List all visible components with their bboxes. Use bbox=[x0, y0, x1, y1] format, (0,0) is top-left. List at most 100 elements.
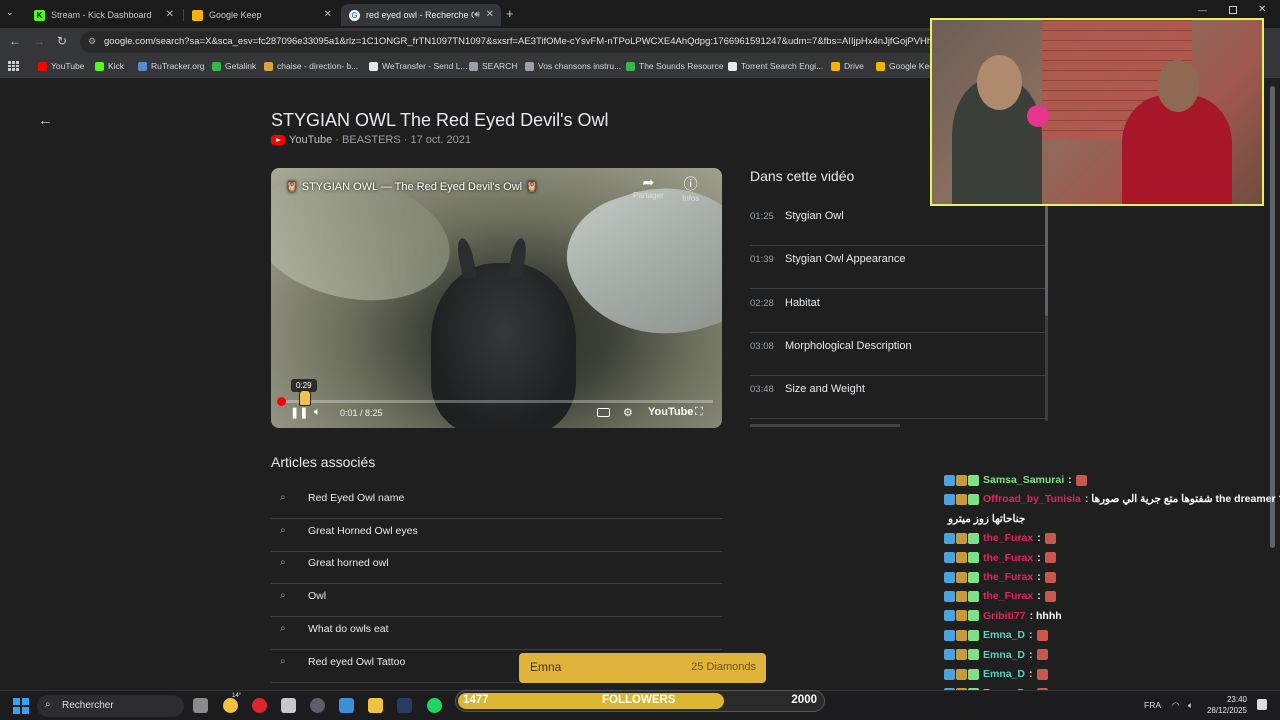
task-view-icon[interactable] bbox=[193, 698, 208, 713]
chapter-item[interactable]: 01:25 Stygian Owl bbox=[750, 203, 1046, 246]
emote-icon bbox=[1036, 629, 1048, 641]
tab-kick-dashboard[interactable]: K Stream - Kick Dashboard ✕ bbox=[26, 4, 181, 26]
bookmark-label: Drive bbox=[844, 61, 864, 71]
bookmark-item[interactable]: Kick bbox=[95, 61, 124, 71]
pause-icon[interactable]: ❚❚ bbox=[290, 406, 308, 419]
spotify-icon[interactable] bbox=[427, 698, 442, 713]
player-title[interactable]: 🦉 STYGIAN OWL — The Red Eyed Devil's Owl… bbox=[285, 180, 539, 193]
chapter-name: Stygian Owl bbox=[785, 210, 844, 222]
minimize-icon[interactable]: — bbox=[1198, 5, 1207, 15]
tab-google-search[interactable]: G red eyed owl - Recherche G 🔊︎ ✕ bbox=[341, 4, 501, 26]
chat-message: the_Furax: bbox=[944, 532, 1056, 544]
chapter-item[interactable]: 01:39 Stygian Owl Appearance bbox=[750, 246, 1046, 290]
url-text: google.com/search?sa=X&sca_esv=fc287096e… bbox=[104, 36, 950, 47]
emote-icon bbox=[1036, 649, 1048, 661]
window-close-icon[interactable]: ✕ bbox=[1258, 4, 1266, 15]
start-icon[interactable] bbox=[13, 698, 29, 714]
obs-icon[interactable] bbox=[310, 698, 325, 713]
tab-search-button[interactable]: ⌄ bbox=[6, 7, 14, 18]
chapter-item[interactable]: 03:08 Morphological Description bbox=[750, 333, 1046, 376]
image-app-icon[interactable] bbox=[339, 698, 354, 713]
close-icon[interactable]: ✕ bbox=[166, 9, 174, 20]
bookmark-item[interactable]: Drive bbox=[831, 61, 864, 71]
app-icon[interactable] bbox=[281, 698, 296, 713]
volume-tray-icon[interactable]: 🔈︎ bbox=[1188, 700, 1193, 711]
related-search-item[interactable]: ⌕ What do owls eat bbox=[271, 617, 722, 650]
site-info-icon[interactable]: ⚙ bbox=[88, 36, 96, 47]
share-button[interactable]: ➦ Partager bbox=[633, 174, 664, 200]
followers-goal-value: 2000 bbox=[791, 694, 817, 706]
chapter-item[interactable]: 03:48 Size and Weight bbox=[750, 376, 1046, 420]
chat-username: Samsa_Samurai bbox=[983, 474, 1065, 486]
speaker-icon[interactable]: 🔊︎ bbox=[474, 9, 480, 20]
chat-username: Offroad_by_Tunisia bbox=[983, 493, 1081, 506]
bookmark-item[interactable]: The Sounds Resource bbox=[626, 61, 724, 71]
back-icon[interactable]: ← bbox=[7, 34, 23, 48]
bookmark-item[interactable]: RuTracker.org bbox=[138, 61, 205, 71]
weather-icon[interactable] bbox=[223, 698, 238, 713]
info-label: Infos bbox=[682, 194, 700, 203]
taskbar-clock[interactable]: 23:40 28/12/2025 bbox=[1207, 694, 1247, 716]
video-source[interactable]: YouTube bbox=[289, 134, 332, 146]
close-icon[interactable]: ✕ bbox=[486, 9, 494, 20]
related-search-item[interactable]: ⌕ Great horned owl bbox=[271, 551, 722, 585]
microphone bbox=[1027, 105, 1049, 127]
info-button[interactable]: ⓘ Infos bbox=[682, 174, 699, 203]
reload-icon[interactable]: ↻ bbox=[54, 34, 70, 48]
related-search-item[interactable]: ⌕ Red Eyed Owl name bbox=[271, 486, 722, 519]
search-icon: ⌕ bbox=[280, 622, 286, 634]
chat-badges bbox=[944, 668, 980, 680]
live-app-icon[interactable] bbox=[397, 698, 412, 713]
weather-temp: 14° bbox=[232, 693, 242, 699]
settings-icon[interactable]: ⚙ bbox=[623, 406, 633, 419]
chat-username: Emna_D bbox=[983, 648, 1026, 661]
chapter-item[interactable]: 02:28 Habitat bbox=[750, 290, 1046, 333]
badge-icon bbox=[944, 649, 955, 661]
chat-message: the_Furax: bbox=[944, 571, 1056, 583]
progress-handle[interactable] bbox=[276, 397, 286, 406]
related-search-item[interactable]: ⌕ Owl bbox=[271, 584, 722, 618]
folder-icon[interactable] bbox=[368, 698, 383, 713]
badge-icon bbox=[944, 532, 955, 544]
badge-icon bbox=[968, 571, 979, 583]
opera-icon[interactable] bbox=[252, 698, 267, 713]
video-player[interactable]: 🦉 STYGIAN OWL — The Red Eyed Devil's Owl… bbox=[271, 168, 722, 428]
bookmark-item[interactable]: Torrent Search Engi... bbox=[728, 61, 823, 71]
progress-bar[interactable] bbox=[276, 397, 713, 406]
tab-label: red eyed owl - Recherche G bbox=[366, 10, 474, 20]
notification-icon[interactable] bbox=[1257, 699, 1267, 710]
forward-icon[interactable]: → bbox=[31, 34, 47, 48]
bookmark-item[interactable]: WeTransfer - Send L... bbox=[369, 61, 468, 71]
page-scrollbar[interactable] bbox=[1270, 86, 1275, 548]
video-title[interactable]: STYGIAN OWL The Red Eyed Devil's Owl bbox=[271, 110, 609, 131]
lang-indicator[interactable]: FRA bbox=[1144, 700, 1161, 710]
volume-icon[interactable]: 🔈︎ bbox=[314, 406, 321, 419]
back-arrow-icon[interactable]: ← bbox=[38, 112, 53, 129]
apps-icon[interactable] bbox=[8, 61, 19, 71]
bookmark-item[interactable]: Vos chansons instru... bbox=[525, 61, 621, 71]
fullscreen-icon[interactable]: ⛶ bbox=[695, 406, 703, 419]
search-placeholder: Rechercher bbox=[62, 700, 114, 711]
bookmark-item[interactable]: chaise - direction- b... bbox=[264, 61, 358, 71]
owl-image bbox=[431, 263, 576, 428]
close-icon[interactable]: ✕ bbox=[324, 9, 332, 20]
new-tab-button[interactable]: + bbox=[506, 6, 514, 21]
bookmark-label: chaise - direction- b... bbox=[277, 61, 359, 71]
chat-text: : bbox=[1029, 648, 1033, 661]
related-search-item[interactable]: ⌕ Great Horned Owl eyes bbox=[271, 519, 722, 552]
tab-google-keep[interactable]: Google Keep ✕ bbox=[184, 4, 339, 26]
video-date: 17 oct. 2021 bbox=[410, 134, 472, 146]
badge-icon bbox=[956, 610, 967, 622]
wifi-icon[interactable]: ◠ bbox=[1172, 700, 1179, 711]
bookmark-item[interactable]: SEARCH bbox=[469, 61, 517, 71]
bookmark-icon bbox=[525, 61, 534, 71]
address-bar[interactable]: ⚙ google.com/search?sa=X&sca_esv=fc28709… bbox=[80, 31, 950, 53]
taskbar-search[interactable]: ⌕ Rechercher bbox=[37, 695, 184, 717]
restore-icon[interactable] bbox=[1229, 6, 1237, 14]
captions-icon[interactable] bbox=[597, 408, 610, 417]
related-search-label: Great horned owl bbox=[308, 557, 389, 570]
chapters-scrollbar[interactable] bbox=[1045, 206, 1048, 421]
youtube-button[interactable]: YouTube bbox=[648, 406, 693, 418]
bookmark-item[interactable]: YouTube bbox=[38, 61, 84, 71]
bookmark-item[interactable]: Getalink bbox=[212, 61, 256, 71]
